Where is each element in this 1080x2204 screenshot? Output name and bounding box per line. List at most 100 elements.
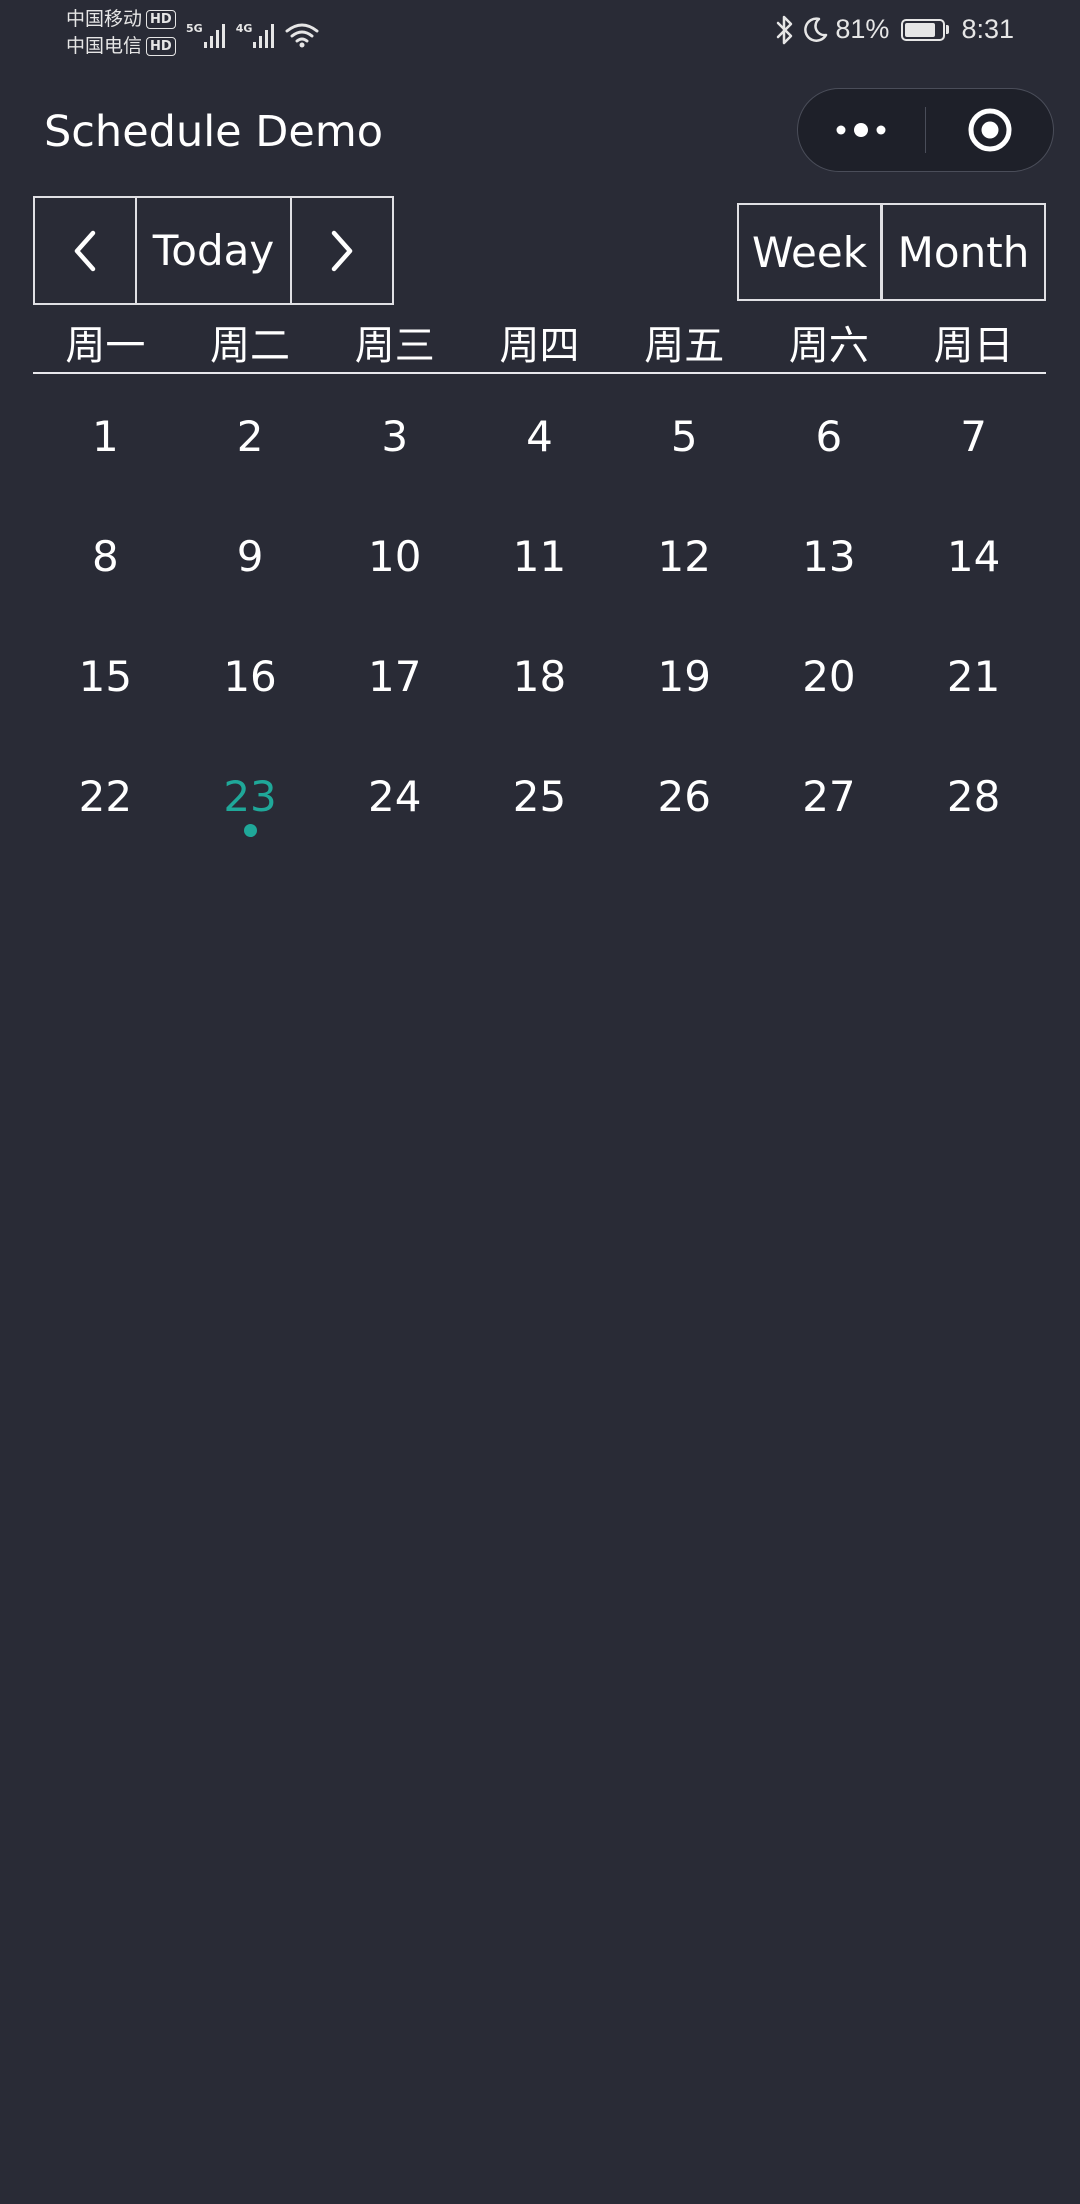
weekday-label: 周二: [210, 323, 291, 369]
chevron-left-icon: [74, 230, 96, 271]
more-button[interactable]: [798, 89, 925, 171]
page-title: Schedule Demo: [44, 107, 384, 157]
day-number: 25: [512, 771, 567, 821]
battery-level-fill: [905, 22, 935, 37]
day-number: 3: [381, 411, 409, 461]
weekday-label: 周一: [65, 323, 146, 369]
carrier-info: 中国移动 HD 中国电信 HD: [66, 6, 176, 60]
signal-4g: 4G: [236, 22, 276, 48]
day-number: 16: [223, 651, 277, 701]
day-number: 28: [946, 771, 1001, 821]
calendar-day[interactable]: 7: [901, 376, 1046, 496]
more-dots-icon: [836, 123, 886, 137]
calendar-day[interactable]: 15: [33, 616, 178, 736]
mini-program-capsule: [797, 88, 1054, 172]
calendar-day[interactable]: 19: [612, 616, 757, 736]
calendar-day[interactable]: 5: [612, 376, 757, 496]
day-number: 4: [526, 411, 553, 461]
weekday-header: 周一 周二 周三 周四 周五 周六 周日: [33, 312, 1046, 374]
bluetooth-icon: [777, 15, 793, 44]
cellular-signal-icon: [253, 24, 275, 48]
calendar-day[interactable]: 26: [612, 736, 757, 856]
calendar-day[interactable]: 8: [33, 496, 178, 616]
carrier-1-label: 中国移动: [66, 8, 143, 30]
battery-icon: [901, 18, 950, 41]
date-navigation-group: Today: [33, 196, 394, 305]
day-number: 27: [802, 771, 856, 821]
calendar-day[interactable]: 18: [467, 616, 612, 736]
cellular-signal-icon: [203, 24, 225, 48]
calendar-day[interactable]: 14: [901, 496, 1046, 616]
signal-5g: 5G: [186, 22, 226, 48]
calendar-day[interactable]: 6: [757, 376, 902, 496]
day-number: 2: [236, 411, 264, 461]
day-number: 15: [78, 651, 133, 701]
weekday-label: 周五: [644, 323, 725, 369]
network-4g-label: 4G: [235, 22, 253, 35]
day-number: 8: [91, 531, 119, 581]
week-view-button[interactable]: Week: [737, 203, 882, 301]
day-number: 9: [236, 531, 264, 581]
moon-icon: [804, 16, 828, 42]
calendar-day[interactable]: 17: [322, 616, 467, 736]
calendar-day[interactable]: 4: [467, 376, 612, 496]
calendar-day[interactable]: 13: [757, 496, 902, 616]
calendar-day[interactable]: 2: [178, 376, 323, 496]
calendar-day[interactable]: 3: [322, 376, 467, 496]
day-number: 18: [512, 651, 567, 701]
carrier-2-label: 中国电信: [66, 35, 143, 57]
day-number: 24: [368, 771, 422, 821]
day-number: 19: [657, 651, 711, 701]
hd-badge: HD: [146, 37, 176, 56]
wifi-icon: [285, 23, 319, 48]
day-number: 20: [802, 651, 856, 701]
day-number: 14: [946, 531, 1001, 581]
day-number: 26: [657, 771, 711, 821]
day-number: 17: [368, 651, 422, 701]
calendar-day[interactable]: 28: [901, 736, 1046, 856]
prev-button[interactable]: [33, 196, 137, 305]
calendar-day[interactable]: 1: [33, 376, 178, 496]
calendar-day[interactable]: 10: [322, 496, 467, 616]
hd-badge: HD: [146, 10, 176, 29]
day-number: 12: [657, 531, 711, 581]
next-button[interactable]: [290, 196, 394, 305]
day-number: 1: [91, 411, 119, 461]
day-number: 11: [512, 531, 567, 581]
day-number: 13: [802, 531, 856, 581]
network-5g-label: 5G: [186, 22, 203, 35]
status-time: 8:31: [961, 14, 1014, 44]
view-switch-group: Week Month: [737, 203, 1046, 301]
chevron-right-icon: [331, 230, 353, 271]
day-number: 5: [670, 411, 698, 461]
weekday-label: 周六: [788, 323, 869, 369]
day-number: 7: [960, 411, 987, 461]
day-number: 23: [223, 771, 277, 821]
calendar-day[interactable]: 25: [467, 736, 612, 856]
record-circle-icon: [968, 108, 1012, 152]
weekday-label: 周日: [933, 323, 1014, 369]
calendar-day[interactable]: 9: [178, 496, 323, 616]
calendar-day[interactable]: 12: [612, 496, 757, 616]
calendar-day[interactable]: 11: [467, 496, 612, 616]
calendar-day[interactable]: 21: [901, 616, 1046, 736]
calendar-day[interactable]: 24: [322, 736, 467, 856]
month-view-button[interactable]: Month: [881, 203, 1046, 301]
status-bar: 中国移动 HD 中国电信 HD 5G 4G 81% 8:31: [0, 0, 1080, 66]
day-number: 22: [78, 771, 133, 821]
system-status: 81% 8:31: [775, 14, 1014, 45]
weekday-label: 周四: [499, 323, 580, 369]
today-button[interactable]: Today: [135, 196, 292, 305]
calendar-day[interactable]: 16: [178, 616, 323, 736]
today-indicator-dot: [243, 824, 257, 837]
calendar-day[interactable]: 22: [33, 736, 178, 856]
calendar-day[interactable]: 27: [757, 736, 902, 856]
close-button[interactable]: [926, 89, 1053, 171]
weekday-label: 周三: [354, 323, 435, 369]
battery-percent: 81%: [835, 14, 890, 44]
day-number: 6: [815, 411, 843, 461]
calendar-day-today[interactable]: 23: [178, 736, 323, 856]
calendar-day[interactable]: 20: [757, 616, 902, 736]
day-number: 10: [368, 531, 422, 581]
calendar-days-grid: 1 2 3 4 5 6 7 8 9 10 11 12 13 14 15 16 17 18 19 20 21 22 23 24 2…: [33, 376, 1046, 856]
